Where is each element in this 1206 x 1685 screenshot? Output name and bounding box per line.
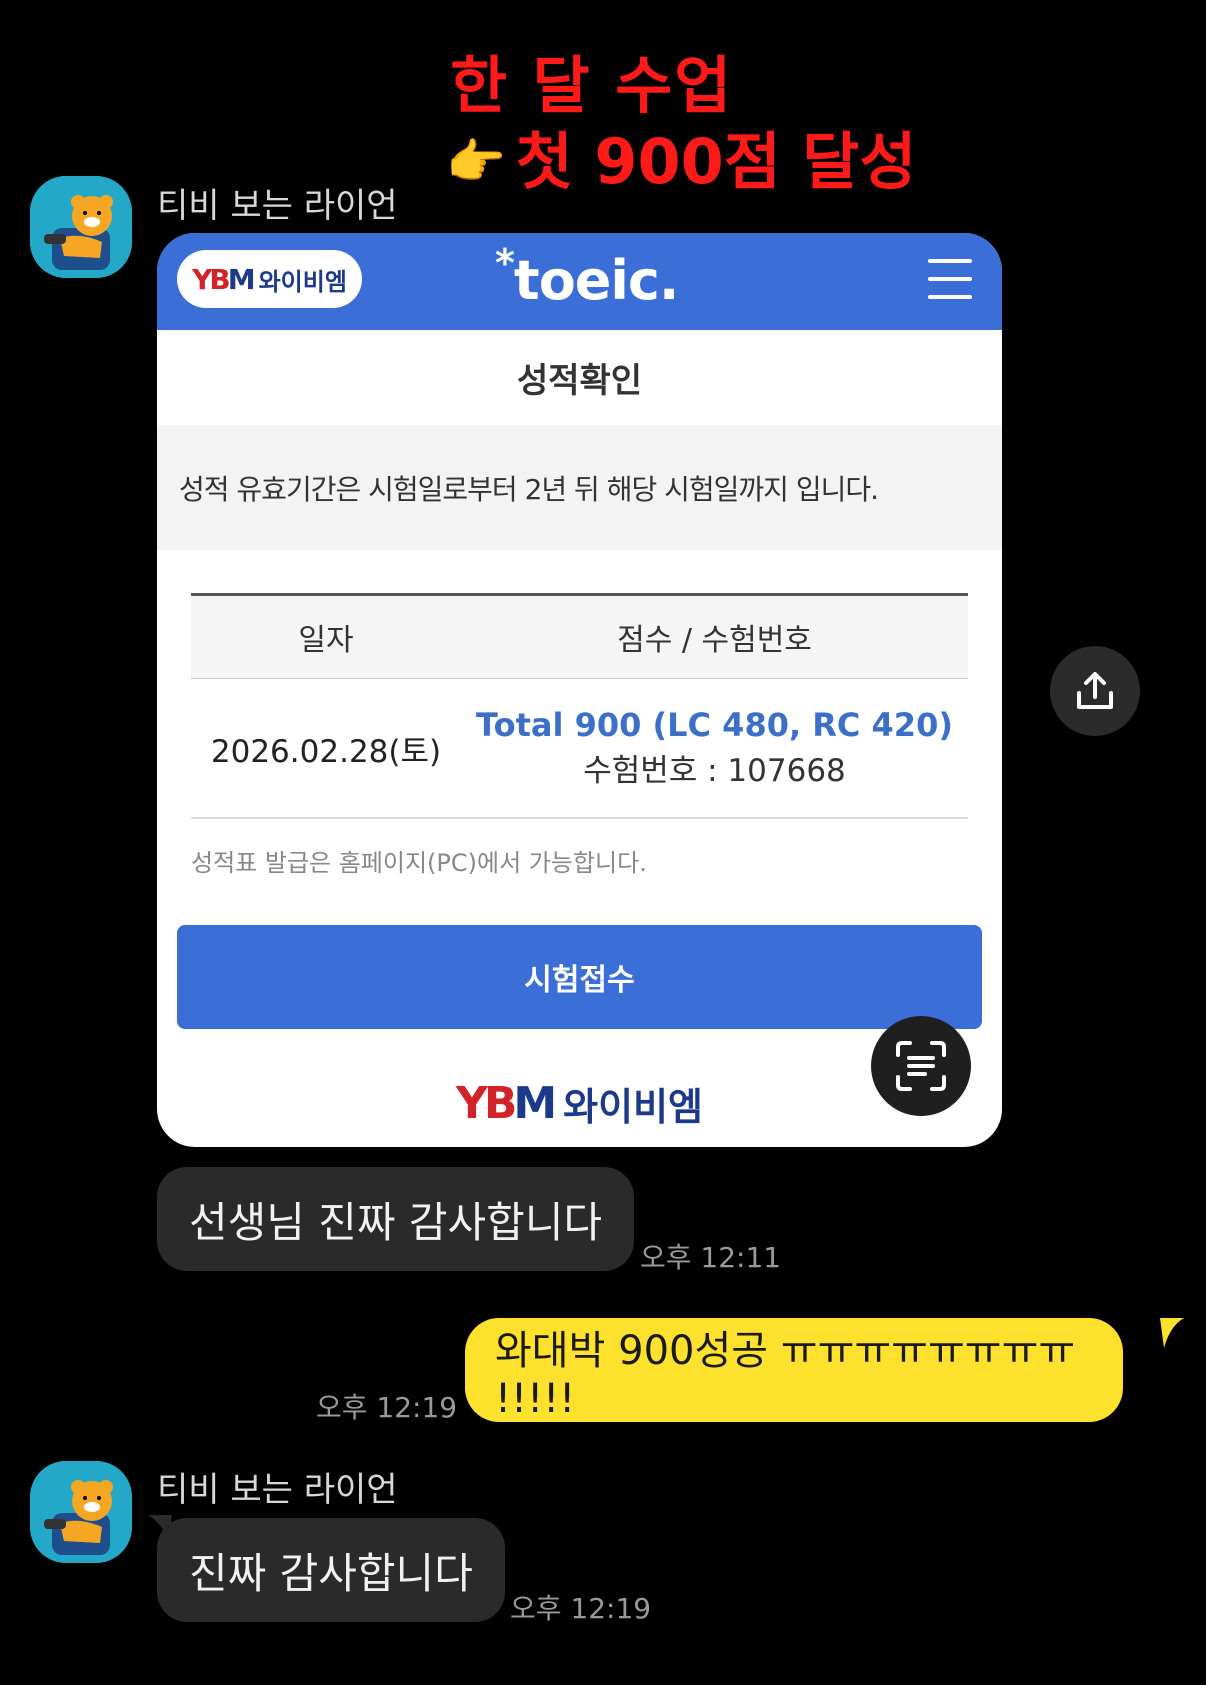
- total-score-link[interactable]: Total 900 (LC 480, RC 420): [461, 702, 968, 748]
- header-score: 점수 / 수험번호: [617, 623, 812, 658]
- message-time: 오후 12:19: [510, 1592, 652, 1625]
- text-scan-icon[interactable]: [871, 1016, 971, 1116]
- header-date: 일자: [298, 623, 354, 658]
- score-table: 일자 점수 / 수험번호 2026.02.28(토) Total 900 (LC…: [191, 593, 968, 819]
- ybm-footer-logo-icon: YBM: [455, 1078, 557, 1129]
- message-text: 선생님 진짜 감사합니다: [189, 1197, 603, 1247]
- score-cell: Total 900 (LC 480, RC 420) 수험번호 : 107668: [461, 702, 968, 794]
- validity-notice: 성적 유효기간은 시험일로부터 2년 뒤 해당 시험일까지 입니다.: [157, 425, 1002, 550]
- sender-name: 티비 보는 라이언: [157, 186, 398, 226]
- exam-date: 2026.02.28(토): [210, 733, 442, 770]
- table-row: 2026.02.28(토) Total 900 (LC 480, RC 420)…: [191, 679, 968, 819]
- message-time: 오후 12:19: [316, 1391, 458, 1424]
- ybm-logo-icon: YBM: [192, 262, 255, 296]
- toeic-header: YBM 와이비엠 *toeic.: [157, 233, 1002, 330]
- ybm-logo-text: 와이비엠: [258, 267, 347, 296]
- ybm-logo-pill[interactable]: YBM 와이비엠: [177, 250, 362, 308]
- ryan-avatar[interactable]: [30, 1461, 132, 1563]
- asterisk-icon: *: [495, 241, 515, 285]
- message-time: 오후 12:11: [640, 1241, 782, 1274]
- bubble-tail-icon: [1160, 1318, 1184, 1348]
- toeic-logo[interactable]: *toeic.: [495, 241, 680, 312]
- headline-line2-row: 👉 첫 900점 달성: [446, 124, 917, 200]
- share-icon[interactable]: [1050, 646, 1140, 736]
- sender-name: 티비 보는 라이언: [157, 1470, 398, 1510]
- headline-line2: 첫 900점 달성: [515, 125, 917, 198]
- report-footnote: 성적표 발급은 홈페이지(PC)에서 가능합니다.: [191, 849, 647, 877]
- ryan-avatar[interactable]: [30, 176, 132, 278]
- page-title: 성적확인: [516, 361, 643, 401]
- headline-line1: 한 달 수업: [450, 49, 734, 122]
- hamburger-menu-icon[interactable]: [928, 259, 972, 299]
- headline-overlay: 한 달 수업 👉 첫 900점 달성: [446, 48, 917, 200]
- message-text: 와대박 900성공 ㅠㅠㅠㅠㅠㅠㅠㅠ !!!!!: [495, 1328, 1076, 1422]
- exam-number: 수험번호 : 107668: [583, 753, 846, 789]
- pointing-hand-icon: 👉: [446, 134, 506, 190]
- table-header-row: 일자 점수 / 수험번호: [191, 593, 968, 679]
- outgoing-message-bubble[interactable]: 와대박 900성공 ㅠㅠㅠㅠㅠㅠㅠㅠ !!!!!: [465, 1318, 1123, 1422]
- toeic-score-screenshot[interactable]: YBM 와이비엠 *toeic. 성적확인 성적 유효기간은 시험일로부터 2년…: [157, 233, 1002, 1147]
- ybm-footer-text: 와이비엠: [563, 1085, 704, 1129]
- incoming-message-bubble[interactable]: 선생님 진짜 감사합니다: [157, 1167, 635, 1271]
- incoming-message-bubble[interactable]: 진짜 감사합니다: [157, 1518, 505, 1622]
- exam-apply-button[interactable]: 시험접수: [177, 925, 982, 1029]
- message-text: 진짜 감사합니다: [189, 1548, 473, 1598]
- toeic-logo-text: toeic.: [513, 249, 680, 312]
